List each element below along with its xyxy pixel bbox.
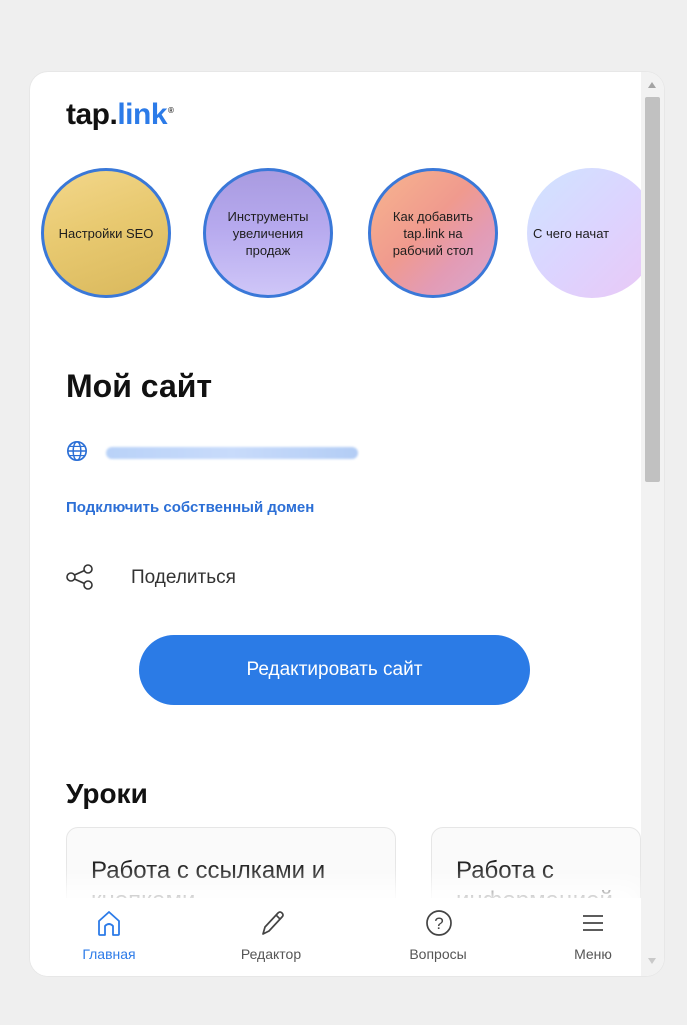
globe-icon	[67, 441, 87, 461]
nav-label-home: Главная	[82, 946, 136, 962]
scroll-down-arrow-icon[interactable]	[648, 958, 656, 964]
story-label: Как добавить tap.link на рабочий стол	[392, 208, 474, 258]
nav-item-menu[interactable]: Меню	[533, 898, 641, 976]
question-icon: ?	[426, 910, 452, 936]
svg-text:?: ?	[434, 914, 443, 933]
nav-label-questions: Вопросы	[409, 946, 467, 962]
edit-site-button[interactable]: Редактировать сайт	[139, 635, 530, 705]
share-label[interactable]: Поделиться	[131, 567, 236, 589]
main-content: tap.link® Настройки SEO Инструменты увел…	[30, 72, 641, 976]
story-label: Инструменты увеличения продаж	[227, 208, 309, 258]
story-add-to-desktop[interactable]: Как добавить tap.link на рабочий стол	[368, 168, 498, 298]
pencil-icon	[262, 911, 284, 935]
bottom-navigation: Главная Редактор ? Вопросы Меню	[30, 898, 641, 976]
scrollbar-thumb[interactable]	[645, 97, 660, 482]
story-label: С чего начат	[533, 225, 610, 241]
story-label: Настройки SEO	[58, 225, 154, 241]
nav-item-home[interactable]: Главная	[49, 898, 169, 976]
home-icon	[98, 911, 120, 936]
story-seo-settings[interactable]: Настройки SEO	[41, 168, 171, 298]
app-card: tap.link® Настройки SEO Инструменты увел…	[30, 72, 664, 976]
vertical-scrollbar[interactable]	[641, 72, 664, 976]
page-title: Мой сайт	[66, 368, 213, 404]
story-getting-started[interactable]: С чего начат	[527, 168, 641, 298]
logo-text-tap: tap.	[66, 98, 118, 131]
story-sales-tools[interactable]: Инструменты увеличения продаж	[203, 168, 333, 298]
nav-item-editor[interactable]: Редактор	[211, 898, 331, 976]
site-url-blurred[interactable]	[106, 447, 358, 459]
logo-text-link: link	[117, 98, 168, 131]
lessons-title: Уроки	[66, 778, 148, 809]
nav-item-questions[interactable]: ? Вопросы	[378, 898, 498, 976]
scroll-up-arrow-icon[interactable]	[648, 82, 656, 88]
menu-icon	[583, 915, 603, 931]
tap-link-logo[interactable]: tap.link®	[66, 98, 174, 132]
nav-label-editor: Редактор	[240, 946, 302, 962]
share-icon[interactable]	[66, 564, 94, 590]
nav-label-menu: Меню	[574, 946, 612, 962]
connect-domain-link[interactable]: Подключить собственный домен	[66, 499, 314, 516]
logo-registered-mark: ®	[168, 106, 174, 115]
